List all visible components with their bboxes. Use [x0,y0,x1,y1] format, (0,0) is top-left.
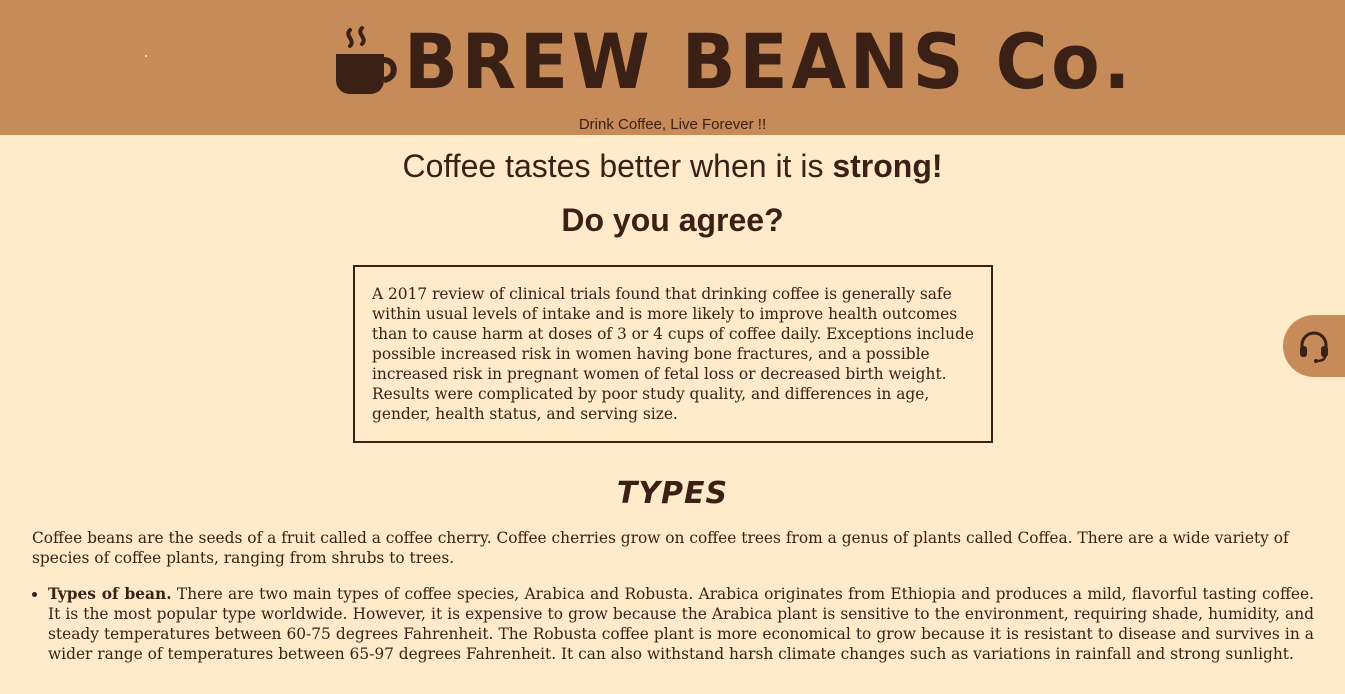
headline-emphasis: strong! [832,148,943,184]
headset-icon [1300,331,1328,363]
tagline: Drink Coffee, Live Forever !! [578,116,767,133]
research-quote: A 2017 review of clinical trials found t… [353,265,993,443]
list-item-text: There are two main types of coffee speci… [48,585,1314,663]
list-item-label: Types of bean. [48,585,172,603]
sparkle-dot [145,55,147,57]
list-item: Types of bean. There are two main types … [48,584,1314,664]
section-title-types: TYPES [616,476,729,511]
coffee-cup-icon [336,26,397,94]
types-list: Types of bean. There are two main types … [32,584,1314,668]
types-intro: Coffee beans are the seeds of a fruit ca… [32,529,1289,567]
support-button[interactable] [1283,315,1345,377]
site-header: BREW BEANS Co. Drink Coffee, Live Foreve… [0,0,1345,135]
headline-text: Coffee tastes better when it is [402,148,833,184]
brand-logo[interactable]: BREW BEANS Co. [332,22,1189,102]
hero-question: Do you agree? [561,202,784,238]
hero-headline: Coffee tastes better when it is strong! [0,148,1345,185]
brand-name: BREW BEANS Co. [404,17,1135,106]
